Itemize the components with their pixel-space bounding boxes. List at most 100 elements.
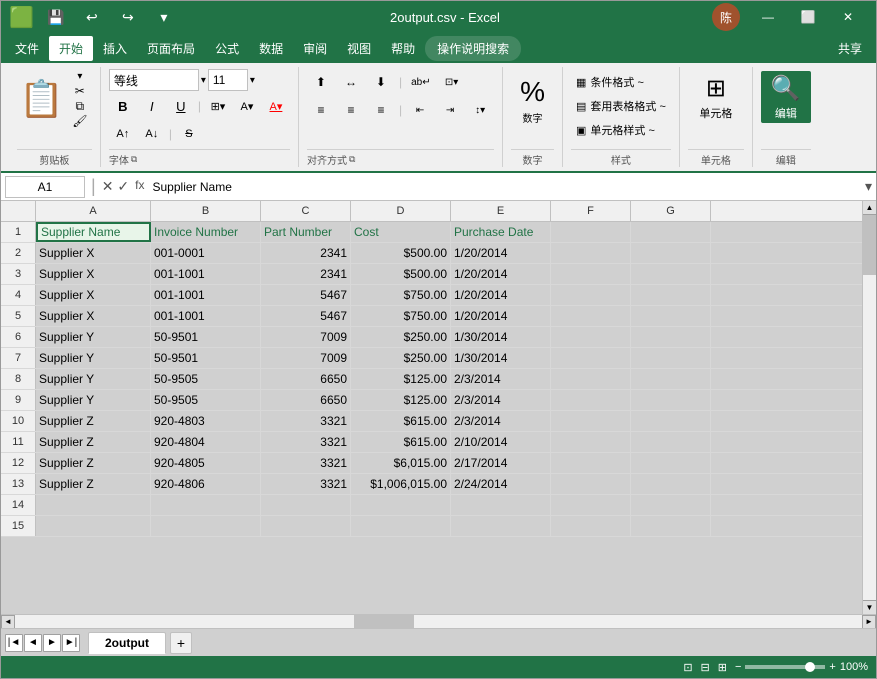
cell[interactable]: Supplier Z — [36, 453, 151, 473]
cell[interactable] — [551, 390, 631, 410]
cell[interactable]: Supplier Z — [36, 411, 151, 431]
cell[interactable]: Cost — [351, 222, 451, 242]
cell[interactable] — [631, 516, 711, 536]
col-header-c[interactable]: C — [261, 201, 351, 221]
formula-expand-button[interactable]: ▾ — [865, 178, 872, 195]
cell[interactable]: 920-4804 — [151, 432, 261, 452]
layout-view-button[interactable]: ⊟ — [701, 661, 710, 674]
cell[interactable] — [551, 264, 631, 284]
cell[interactable] — [551, 453, 631, 473]
quick-access-redo[interactable]: ↪ — [114, 3, 142, 31]
sheet-tab-2output[interactable]: 2output — [88, 632, 166, 654]
cell[interactable] — [631, 243, 711, 263]
cell[interactable]: 7009 — [261, 348, 351, 368]
cell[interactable]: 2/3/2014 — [451, 369, 551, 389]
tab-nav-first[interactable]: |◄ — [5, 634, 23, 652]
cell[interactable] — [631, 222, 711, 242]
cell[interactable] — [551, 474, 631, 494]
bold-button[interactable]: B — [109, 93, 137, 119]
font-dialog-launcher[interactable]: ⧉ — [131, 154, 137, 165]
cell[interactable] — [551, 243, 631, 263]
menu-file[interactable]: 文件 — [5, 36, 49, 61]
cell[interactable]: 2/3/2014 — [451, 411, 551, 431]
cell[interactable]: 1/20/2014 — [451, 285, 551, 305]
fill-color-button[interactable]: A▾ — [233, 93, 261, 119]
cell[interactable]: Purchase Date — [451, 222, 551, 242]
decrease-font-button[interactable]: A↓ — [138, 121, 166, 147]
cell[interactable]: $615.00 — [351, 411, 451, 431]
cell[interactable] — [451, 495, 551, 515]
menu-share[interactable]: 共享 — [828, 36, 872, 61]
quick-access-more[interactable]: ▾ — [150, 3, 178, 31]
scroll-thumb-horizontal[interactable] — [354, 615, 414, 628]
row-number[interactable]: 5 — [1, 306, 36, 326]
cell[interactable]: 3321 — [261, 474, 351, 494]
cell[interactable] — [551, 327, 631, 347]
col-header-d[interactable]: D — [351, 201, 451, 221]
cell[interactable]: 2/10/2014 — [451, 432, 551, 452]
increase-font-button[interactable]: A↑ — [109, 121, 137, 147]
wrap-text-button[interactable]: ab↵ — [406, 69, 436, 95]
cell-style-button[interactable]: ▣ 单元格样式 ~ — [571, 119, 671, 141]
merge-button[interactable]: ⊡▾ — [438, 69, 466, 95]
cell[interactable] — [36, 495, 151, 515]
table-format-button[interactable]: ▤ 套用表格格式 ~ — [571, 95, 671, 117]
cell[interactable]: 920-4806 — [151, 474, 261, 494]
cell[interactable]: Supplier Y — [36, 390, 151, 410]
cell[interactable]: $500.00 — [351, 264, 451, 284]
cell[interactable]: Supplier X — [36, 285, 151, 305]
cell[interactable]: Supplier Y — [36, 327, 151, 347]
cell[interactable]: 001-1001 — [151, 264, 261, 284]
cell[interactable]: $6,015.00 — [351, 453, 451, 473]
italic-button[interactable]: I — [138, 93, 166, 119]
cell[interactable]: Supplier X — [36, 264, 151, 284]
text-direction-button[interactable]: ↕▾ — [466, 97, 494, 123]
row-number[interactable]: 2 — [1, 243, 36, 263]
cell[interactable]: $615.00 — [351, 432, 451, 452]
cell[interactable]: 1/30/2014 — [451, 327, 551, 347]
font-name-dropdown[interactable]: ▾ — [201, 75, 206, 86]
cell[interactable]: 920-4805 — [151, 453, 261, 473]
cell[interactable] — [351, 495, 451, 515]
cell[interactable]: Part Number — [261, 222, 351, 242]
formula-input[interactable] — [149, 176, 861, 198]
cell[interactable] — [631, 285, 711, 305]
col-header-e[interactable]: E — [451, 201, 551, 221]
conditional-format-button[interactable]: ▦ 条件格式 ~ — [571, 71, 671, 93]
align-top-button[interactable]: ⬆ — [307, 69, 335, 95]
cell[interactable]: 2/24/2014 — [451, 474, 551, 494]
cell[interactable]: $750.00 — [351, 306, 451, 326]
scroll-right-button[interactable]: ► — [862, 615, 876, 629]
cell[interactable]: $250.00 — [351, 348, 451, 368]
menu-formula[interactable]: 公式 — [205, 36, 249, 61]
cell[interactable] — [631, 432, 711, 452]
cell[interactable]: 2341 — [261, 264, 351, 284]
cell[interactable] — [351, 516, 451, 536]
cell[interactable]: $125.00 — [351, 369, 451, 389]
col-header-a[interactable]: A — [36, 201, 151, 221]
menu-insert[interactable]: 插入 — [93, 36, 137, 61]
minimize-button[interactable]: — — [748, 1, 788, 33]
close-button[interactable]: ✕ — [828, 1, 868, 33]
confirm-formula-button[interactable]: ✓ — [117, 178, 129, 195]
scroll-left-button[interactable]: ◄ — [1, 615, 15, 629]
cell[interactable]: 50-9505 — [151, 390, 261, 410]
cell[interactable] — [551, 348, 631, 368]
percent-button[interactable]: % 数字 — [511, 71, 554, 130]
menu-data[interactable]: 数据 — [249, 36, 293, 61]
cell[interactable] — [631, 327, 711, 347]
cell[interactable]: Invoice Number — [151, 222, 261, 242]
cell[interactable]: 6650 — [261, 390, 351, 410]
quick-access-save[interactable]: 💾 — [42, 3, 70, 31]
cell[interactable]: 6650 — [261, 369, 351, 389]
cell[interactable] — [551, 222, 631, 242]
row-number[interactable]: 3 — [1, 264, 36, 284]
vertical-scrollbar[interactable]: ▲ ▼ — [862, 201, 876, 614]
cell[interactable] — [631, 453, 711, 473]
format-painter-button[interactable]: 🖌 — [68, 114, 92, 128]
menu-home[interactable]: 开始 — [49, 36, 93, 61]
cell[interactable] — [451, 516, 551, 536]
align-bottom-button[interactable]: ⬇ — [367, 69, 395, 95]
align-left-button[interactable]: ≡ — [307, 97, 335, 123]
row-number[interactable]: 13 — [1, 474, 36, 494]
